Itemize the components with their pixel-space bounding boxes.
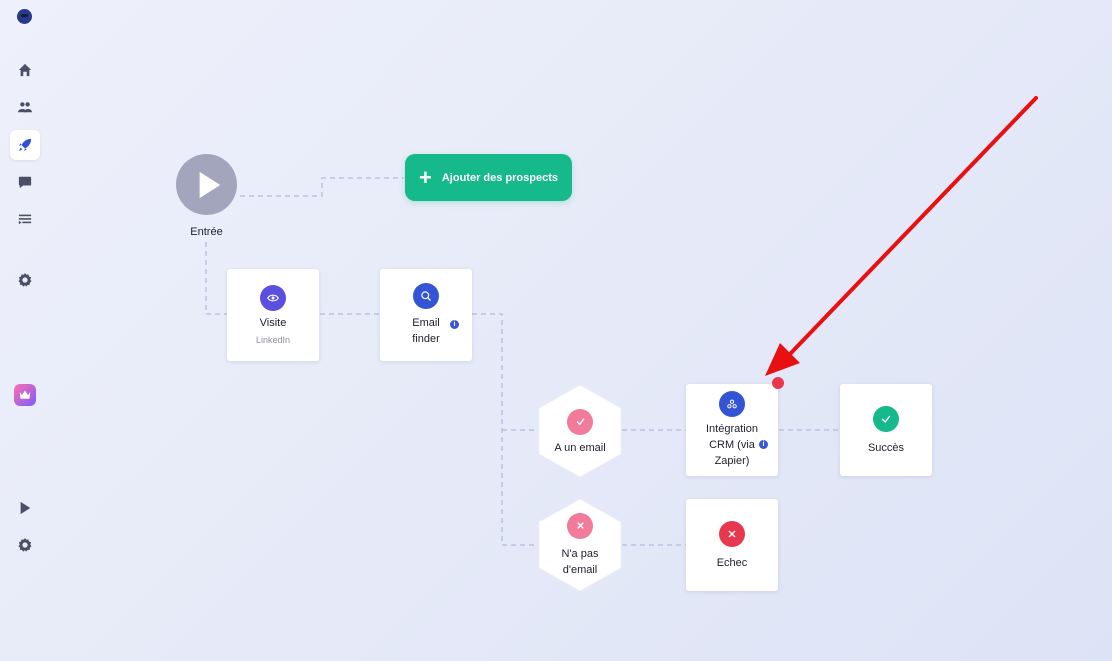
close-icon xyxy=(567,512,593,539)
crown-icon[interactable] xyxy=(14,384,36,406)
crm-line3: Zapier) xyxy=(714,455,750,467)
chat-icon[interactable] xyxy=(10,167,40,197)
search-icon xyxy=(413,283,439,309)
success-label: Succès xyxy=(867,442,905,454)
gear-icon[interactable] xyxy=(10,265,40,295)
annotation-arrow xyxy=(765,96,1038,376)
add-prospects-button[interactable]: + Ajouter des prospects xyxy=(405,154,572,201)
info-icon[interactable]: i xyxy=(759,440,768,449)
success-end-card[interactable]: Succès xyxy=(840,384,932,476)
failure-label: Echec xyxy=(716,557,748,569)
email-finder-step-card[interactable]: Email finder xyxy=(380,269,472,361)
no-email-label-line1: N'a pas xyxy=(561,547,599,560)
start-node[interactable] xyxy=(176,154,237,215)
info-icon[interactable]: i xyxy=(450,320,459,329)
app-logo[interactable] xyxy=(17,9,32,24)
add-prospects-label: Ajouter des prospects xyxy=(441,171,558,184)
start-label: Entrée xyxy=(190,226,223,238)
sidebar xyxy=(0,0,50,661)
users-icon[interactable] xyxy=(10,92,40,122)
play-icon[interactable] xyxy=(10,493,40,523)
no-email-label-line2: d'email xyxy=(562,563,598,576)
email-finder-title-line2: finder xyxy=(412,333,440,345)
visit-subtitle: LinkedIn xyxy=(255,335,291,345)
check-icon xyxy=(873,406,899,432)
check-icon xyxy=(567,408,593,435)
home-icon[interactable] xyxy=(10,55,40,85)
integration-icon xyxy=(719,391,745,417)
has-email-condition[interactable]: A un email xyxy=(537,384,623,478)
error-indicator-dot xyxy=(772,377,784,389)
list-icon[interactable] xyxy=(10,204,40,234)
visit-step-card[interactable]: Visite LinkedIn xyxy=(227,269,319,361)
close-icon xyxy=(719,521,745,547)
has-email-label: A un email xyxy=(554,441,606,454)
crm-line1: Intégration xyxy=(706,423,758,435)
failure-end-card[interactable]: Echec xyxy=(686,499,778,591)
crm-integration-step-card[interactable]: Intégration CRM (via Zapier) xyxy=(686,384,778,476)
eye-icon xyxy=(260,285,286,311)
no-email-condition[interactable]: N'a pas d'email xyxy=(537,498,623,592)
crm-line2: CRM (via xyxy=(709,439,755,451)
rocket-icon[interactable] xyxy=(10,130,40,160)
plus-icon: + xyxy=(419,164,432,190)
play-icon xyxy=(199,171,221,198)
email-finder-title-line1: Email xyxy=(412,317,440,329)
gear-icon[interactable] xyxy=(10,530,40,560)
visit-title: Visite xyxy=(259,317,287,329)
